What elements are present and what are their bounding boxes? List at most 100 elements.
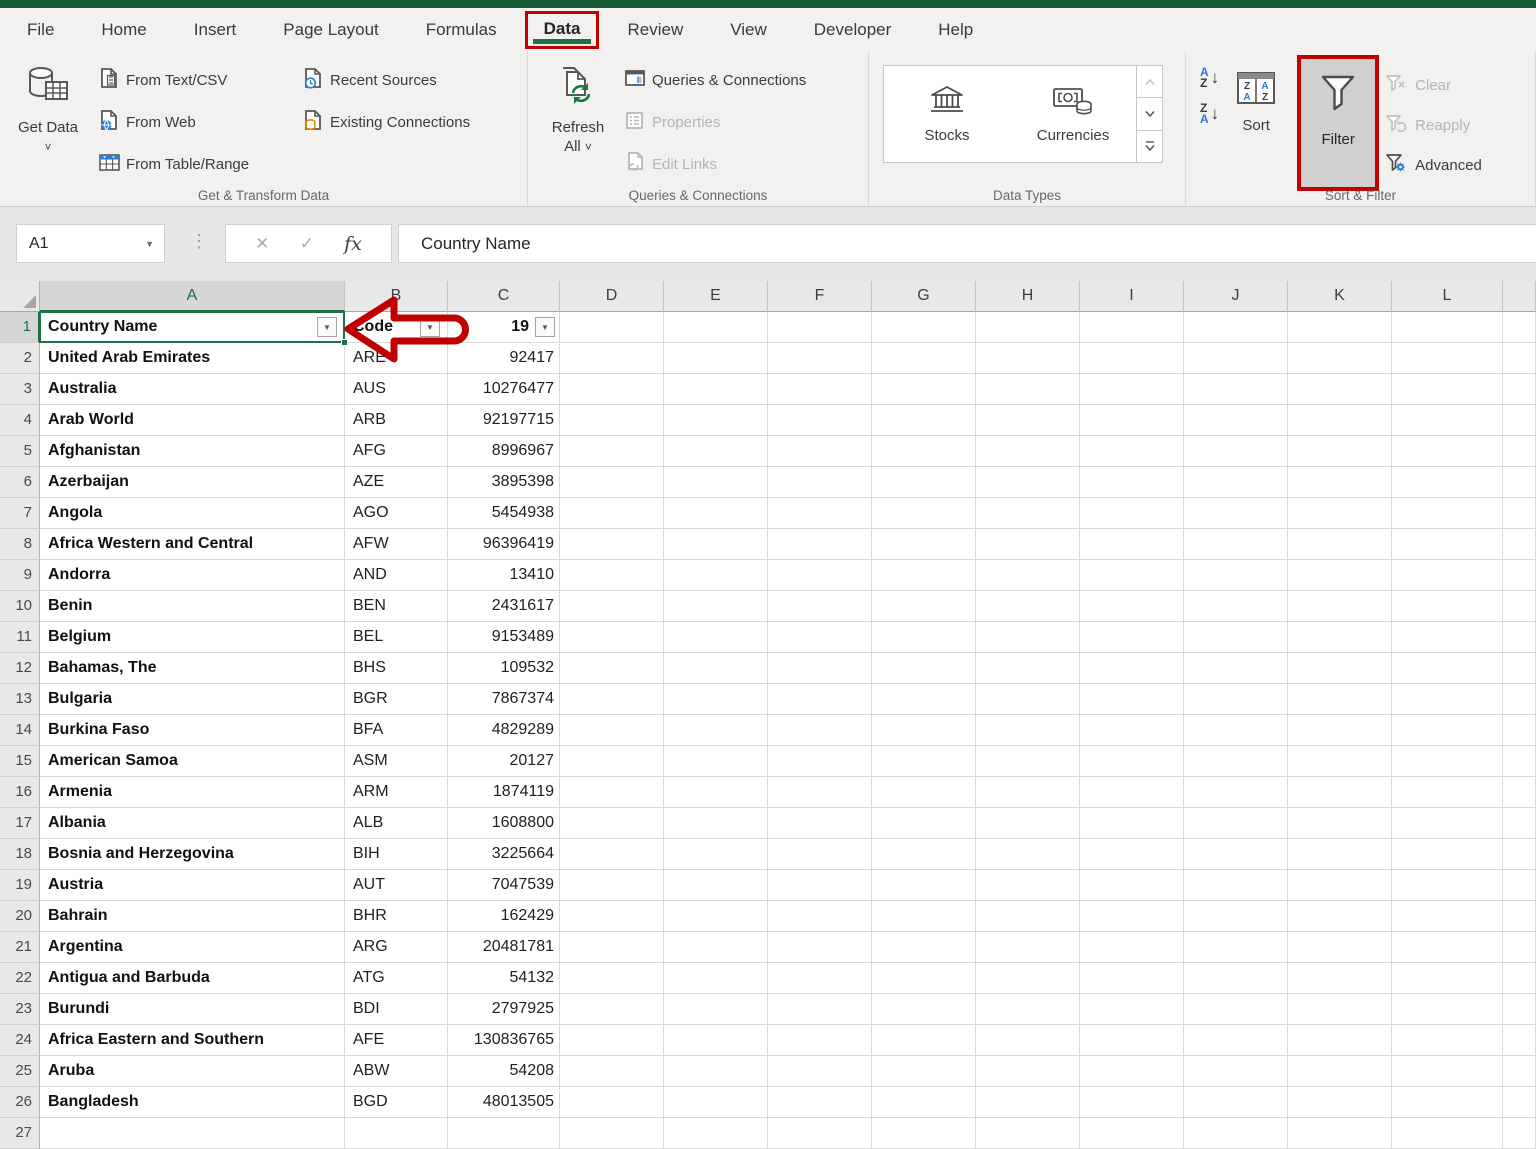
cell-l26[interactable]	[1392, 1087, 1503, 1118]
cell-d22[interactable]	[560, 963, 664, 994]
cell-c25[interactable]: 54208	[448, 1056, 560, 1087]
filter-dropdown-button[interactable]: ▼	[420, 317, 440, 337]
cell-g16[interactable]	[872, 777, 976, 808]
cell-g17[interactable]	[872, 808, 976, 839]
cell-d7[interactable]	[560, 498, 664, 529]
row-header-17[interactable]: 17	[0, 808, 40, 839]
cell-e9[interactable]	[664, 560, 768, 591]
cell-k22[interactable]	[1288, 963, 1392, 994]
gallery-scroll-down-button[interactable]	[1137, 98, 1163, 130]
tab-developer[interactable]: Developer	[814, 20, 892, 40]
cell-a21[interactable]: Argentina	[40, 932, 345, 963]
cell-c6[interactable]: 3895398	[448, 467, 560, 498]
cell-f24[interactable]	[768, 1025, 872, 1056]
column-header-c[interactable]: C	[448, 281, 560, 312]
cell-b4[interactable]: ARB	[345, 405, 448, 436]
row-header-15[interactable]: 15	[0, 746, 40, 777]
cell-f16[interactable]	[768, 777, 872, 808]
cell-h4[interactable]	[976, 405, 1080, 436]
cell-l27[interactable]	[1392, 1118, 1503, 1149]
sort-ascending-button[interactable]: AZ ↓	[1200, 67, 1219, 89]
row-header-7[interactable]: 7	[0, 498, 40, 529]
cell-i14[interactable]	[1080, 715, 1184, 746]
cell-l19[interactable]	[1392, 870, 1503, 901]
cell-c4[interactable]: 92197715	[448, 405, 560, 436]
cell-k1[interactable]	[1288, 312, 1392, 343]
cell-k17[interactable]	[1288, 808, 1392, 839]
cell-i15[interactable]	[1080, 746, 1184, 777]
formula-input[interactable]: Country Name	[398, 224, 1536, 263]
cell-d27[interactable]	[560, 1118, 664, 1149]
filter-dropdown-button[interactable]: ▼	[317, 317, 337, 337]
cell-i6[interactable]	[1080, 467, 1184, 498]
cell-d20[interactable]	[560, 901, 664, 932]
enter-icon[interactable]: ✓	[300, 234, 314, 254]
cell-g25[interactable]	[872, 1056, 976, 1087]
row-header-21[interactable]: 21	[0, 932, 40, 963]
cell-l20[interactable]	[1392, 901, 1503, 932]
cell-h18[interactable]	[976, 839, 1080, 870]
cell-e2[interactable]	[664, 343, 768, 374]
cell-g11[interactable]	[872, 622, 976, 653]
cell-b12[interactable]: BHS	[345, 653, 448, 684]
cell-c27[interactable]	[448, 1118, 560, 1149]
row-header-14[interactable]: 14	[0, 715, 40, 746]
cell-e13[interactable]	[664, 684, 768, 715]
cell-h22[interactable]	[976, 963, 1080, 994]
row-header-24[interactable]: 24	[0, 1025, 40, 1056]
cell-e3[interactable]	[664, 374, 768, 405]
cell-f18[interactable]	[768, 839, 872, 870]
cell-k16[interactable]	[1288, 777, 1392, 808]
cell-k14[interactable]	[1288, 715, 1392, 746]
cell-i16[interactable]	[1080, 777, 1184, 808]
cell-j7[interactable]	[1184, 498, 1288, 529]
cell-c12[interactable]: 109532	[448, 653, 560, 684]
cell-e7[interactable]	[664, 498, 768, 529]
cell-e26[interactable]	[664, 1087, 768, 1118]
cell-j9[interactable]	[1184, 560, 1288, 591]
currencies-button[interactable]: Currencies	[1010, 66, 1136, 162]
cell-k15[interactable]	[1288, 746, 1392, 777]
cell-l10[interactable]	[1392, 591, 1503, 622]
cell-k27[interactable]	[1288, 1118, 1392, 1149]
cell-k19[interactable]	[1288, 870, 1392, 901]
cell-b25[interactable]: ABW	[345, 1056, 448, 1087]
cell-g22[interactable]	[872, 963, 976, 994]
cell-k24[interactable]	[1288, 1025, 1392, 1056]
cell-d17[interactable]	[560, 808, 664, 839]
cell-b6[interactable]: AZE	[345, 467, 448, 498]
cell-c21[interactable]: 20481781	[448, 932, 560, 963]
cell-j26[interactable]	[1184, 1087, 1288, 1118]
cell-h6[interactable]	[976, 467, 1080, 498]
sort-button[interactable]: ZAAZ Sort	[1225, 57, 1287, 185]
cell-k13[interactable]	[1288, 684, 1392, 715]
cell-i4[interactable]	[1080, 405, 1184, 436]
cell-l2[interactable]	[1392, 343, 1503, 374]
cell-d15[interactable]	[560, 746, 664, 777]
cell-i23[interactable]	[1080, 994, 1184, 1025]
cell-f14[interactable]	[768, 715, 872, 746]
cell-e24[interactable]	[664, 1025, 768, 1056]
cell-g5[interactable]	[872, 436, 976, 467]
cell-l13[interactable]	[1392, 684, 1503, 715]
cell-e12[interactable]	[664, 653, 768, 684]
row-header-1[interactable]: 1	[0, 312, 40, 343]
stocks-button[interactable]: Stocks	[884, 66, 1010, 162]
cell-h3[interactable]	[976, 374, 1080, 405]
cell-i9[interactable]	[1080, 560, 1184, 591]
from-table-range-button[interactable]: From Table/Range	[98, 148, 302, 180]
cell-g12[interactable]	[872, 653, 976, 684]
cell-j1[interactable]	[1184, 312, 1288, 343]
cell-j13[interactable]	[1184, 684, 1288, 715]
cell-a4[interactable]: Arab World	[40, 405, 345, 436]
row-header-9[interactable]: 9	[0, 560, 40, 591]
cell-i17[interactable]	[1080, 808, 1184, 839]
cell-j18[interactable]	[1184, 839, 1288, 870]
cell-k2[interactable]	[1288, 343, 1392, 374]
cell-k10[interactable]	[1288, 591, 1392, 622]
cell-j19[interactable]	[1184, 870, 1288, 901]
cell-i24[interactable]	[1080, 1025, 1184, 1056]
cell-h16[interactable]	[976, 777, 1080, 808]
cell-d19[interactable]	[560, 870, 664, 901]
cell-e27[interactable]	[664, 1118, 768, 1149]
